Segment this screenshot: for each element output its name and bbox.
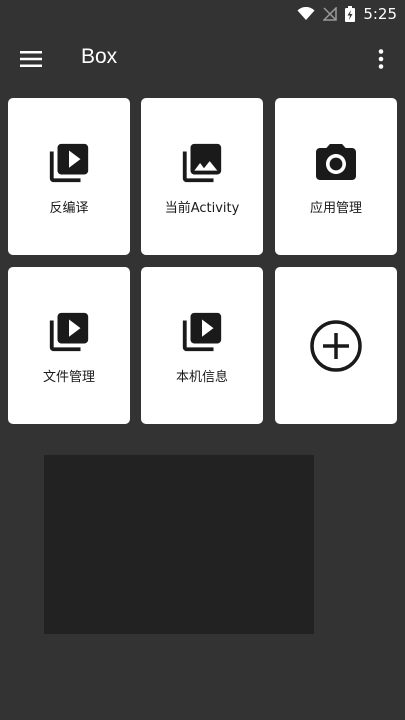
more-vert-icon: [378, 49, 384, 69]
status-icons: 5:25: [297, 4, 397, 24]
wifi-icon: [297, 7, 315, 20]
tile-label: 本机信息: [175, 370, 228, 385]
more-options-button[interactable]: [369, 42, 393, 76]
tile-label: 文件管理: [42, 370, 95, 385]
page-title: Box: [81, 45, 118, 68]
menu-button[interactable]: [14, 42, 48, 76]
video-library-icon: [49, 143, 89, 183]
tile-label: 反编译: [49, 201, 89, 216]
signal-off-icon: [323, 7, 338, 21]
tile-device-info[interactable]: 本机信息: [141, 267, 263, 424]
tile-file-management[interactable]: 文件管理: [8, 267, 130, 424]
video-library-icon: [49, 312, 89, 352]
hamburger-menu-icon: [20, 51, 42, 67]
tile-current-activity[interactable]: 当前Activity: [141, 98, 263, 255]
photo-library-icon: [182, 143, 222, 183]
status-time: 5:25: [363, 5, 397, 23]
add-circle-icon: [310, 319, 362, 372]
tile-app-management[interactable]: 应用管理: [275, 98, 397, 255]
status-bar: 5:25: [0, 0, 405, 28]
camera-icon: [316, 144, 356, 180]
add-tile-button[interactable]: [275, 267, 397, 424]
tile-label: 当前Activity: [164, 201, 240, 216]
tile-label: 应用管理: [309, 201, 362, 216]
tile-decompile[interactable]: 反编译: [8, 98, 130, 255]
ad-placeholder: [44, 455, 314, 634]
video-library-icon: [182, 312, 222, 352]
battery-charging-icon: [345, 6, 356, 22]
app-bar: Box: [0, 28, 405, 90]
